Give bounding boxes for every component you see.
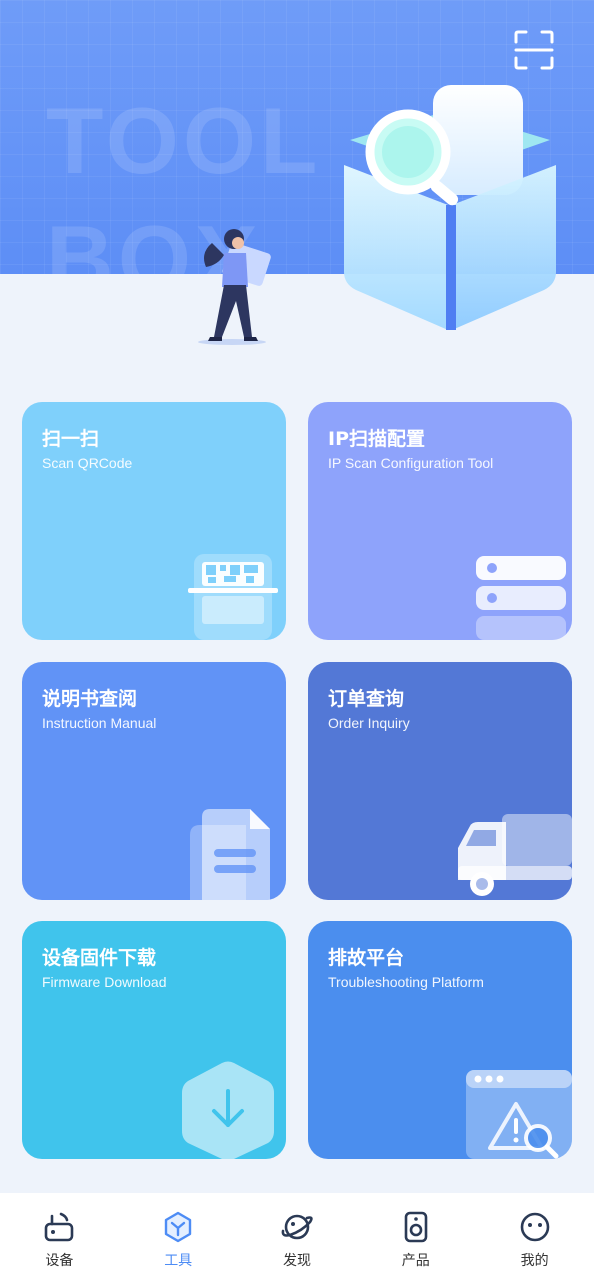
card-title: 订单查询 <box>328 688 405 710</box>
nav-label: 工具 <box>164 1253 193 1269</box>
card-firmware-download[interactable]: 设备固件下载 Firmware Download <box>22 921 286 1159</box>
planet-icon <box>281 1214 313 1240</box>
card-order-inquiry[interactable]: 订单查询 Order Inquiry <box>308 662 572 900</box>
card-title: 说明书查阅 <box>42 688 138 710</box>
card-subtitle: Firmware Download <box>42 974 167 990</box>
card-title: IP扫描配置 <box>328 428 425 450</box>
person-illustration <box>198 229 271 345</box>
nav-label: 发现 <box>282 1253 311 1269</box>
download-icon <box>182 1061 274 1159</box>
nav-label: 我的 <box>520 1253 549 1269</box>
nav-item-discover[interactable]: 发现 <box>238 1193 357 1280</box>
hero-watermark-line2: BOX <box>46 206 262 274</box>
card-title: 扫一扫 <box>42 428 100 450</box>
card-instruction-manual[interactable]: 说明书查阅 Instruction Manual <box>22 662 286 900</box>
toolbox-illustration <box>344 85 556 330</box>
card-title: 排故平台 <box>328 947 405 969</box>
router-icon <box>45 1212 74 1242</box>
nav-label: 设备 <box>45 1253 74 1269</box>
nav-item-profile[interactable]: 我的 <box>475 1193 594 1280</box>
nav-item-tools[interactable]: 工具 <box>119 1193 238 1280</box>
speaker-icon <box>404 1211 428 1243</box>
toolbox-icon <box>164 1211 192 1243</box>
card-subtitle: IP Scan Configuration Tool <box>328 455 494 471</box>
qr-code-icon <box>188 554 278 640</box>
hero-watermark-line1: TOOL <box>46 88 322 193</box>
card-scan-qrcode[interactable]: 扫一扫 Scan QRCode <box>22 402 286 640</box>
server-icon <box>476 556 566 640</box>
bottom-navigation: 设备 工具 发现 产品 我的 <box>0 1193 594 1280</box>
document-icon <box>190 809 270 900</box>
nav-label: 产品 <box>401 1253 430 1269</box>
card-troubleshooting-platform[interactable]: 排故平台 Troubleshooting Platform <box>308 921 572 1159</box>
nav-item-products[interactable]: 产品 <box>356 1193 475 1280</box>
truck-icon <box>458 814 572 896</box>
card-subtitle: Troubleshooting Platform <box>328 974 484 990</box>
scan-frame-icon[interactable] <box>512 28 556 72</box>
card-subtitle: Order Inquiry <box>328 715 410 731</box>
face-icon <box>520 1212 549 1242</box>
nav-item-devices[interactable]: 设备 <box>0 1193 119 1280</box>
card-subtitle: Instruction Manual <box>42 715 157 731</box>
card-ip-scan-config[interactable]: IP扫描配置 IP Scan Configuration Tool <box>308 402 572 640</box>
warning-window-icon <box>466 1070 572 1159</box>
card-subtitle: Scan QRCode <box>42 455 133 471</box>
card-title: 设备固件下载 <box>42 947 157 969</box>
hero-watermark: TOOL BOX <box>46 82 321 274</box>
